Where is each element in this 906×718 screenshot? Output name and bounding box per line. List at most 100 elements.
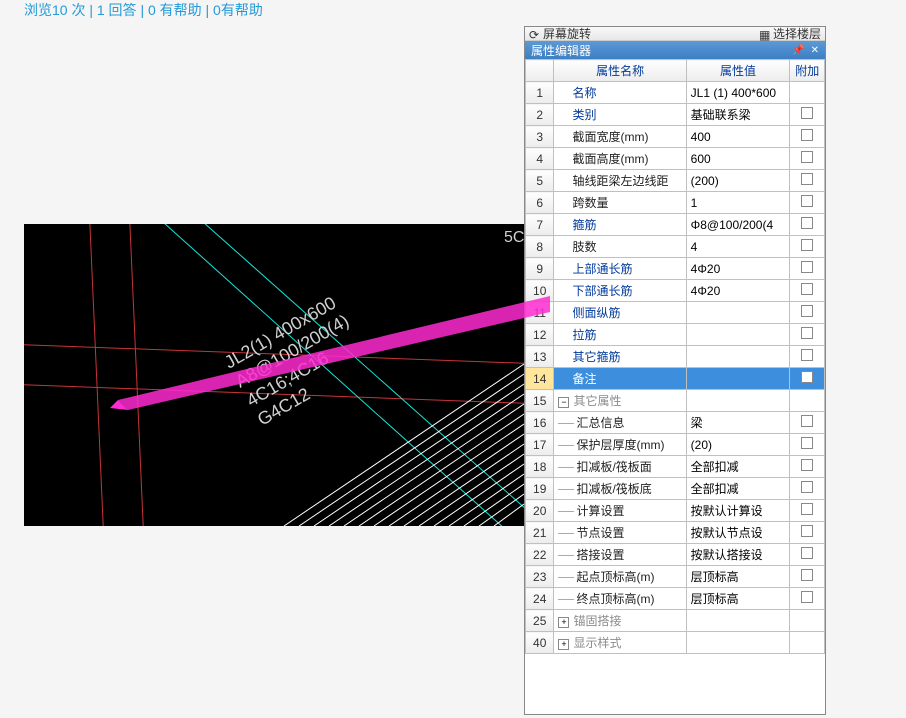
property-value-cell[interactable]: 全部扣减	[686, 456, 790, 478]
property-add-cell[interactable]	[790, 500, 825, 522]
property-value-cell[interactable]: 1	[686, 192, 790, 214]
property-add-cell[interactable]	[790, 258, 825, 280]
property-name-cell[interactable]: 计算设置	[554, 500, 686, 522]
property-value-cell[interactable]	[686, 610, 790, 632]
checkbox[interactable]	[801, 217, 813, 229]
property-name-cell[interactable]: 终点顶标高(m)	[554, 588, 686, 610]
property-add-cell[interactable]	[790, 82, 825, 104]
property-value-cell[interactable]: 4	[686, 236, 790, 258]
property-add-cell[interactable]	[790, 566, 825, 588]
checkbox[interactable]	[801, 305, 813, 317]
property-name-cell[interactable]: 侧面纵筋	[554, 302, 686, 324]
property-value-cell[interactable]: 400	[686, 126, 790, 148]
property-name-cell[interactable]: 其它箍筋	[554, 346, 686, 368]
property-row[interactable]: 22搭接设置按默认搭接设	[526, 544, 825, 566]
property-value-cell[interactable]: 按默认节点设	[686, 522, 790, 544]
property-row[interactable]: 10下部通长筋4Φ20	[526, 280, 825, 302]
checkbox[interactable]	[801, 261, 813, 273]
property-name-cell[interactable]: 扣减板/筏板底	[554, 478, 686, 500]
property-add-cell[interactable]	[790, 192, 825, 214]
checkbox[interactable]	[801, 327, 813, 339]
property-add-cell[interactable]	[790, 632, 825, 654]
property-row[interactable]: 15−其它属性	[526, 390, 825, 412]
property-value-cell[interactable]	[686, 324, 790, 346]
checkbox[interactable]	[801, 349, 813, 361]
property-name-cell[interactable]: 起点顶标高(m)	[554, 566, 686, 588]
property-row[interactable]: 9上部通长筋4Φ20	[526, 258, 825, 280]
property-name-cell[interactable]: 备注	[554, 368, 686, 390]
property-add-cell[interactable]	[790, 170, 825, 192]
property-value-cell[interactable]: JL1 (1) 400*600	[686, 82, 790, 104]
property-name-cell[interactable]: 上部通长筋	[554, 258, 686, 280]
property-add-cell[interactable]	[790, 104, 825, 126]
expand-icon[interactable]: +	[558, 639, 569, 650]
property-value-cell[interactable]: 全部扣减	[686, 478, 790, 500]
property-row[interactable]: 5轴线距梁左边线距(200)	[526, 170, 825, 192]
checkbox[interactable]	[801, 525, 813, 537]
property-add-cell[interactable]	[790, 434, 825, 456]
property-row[interactable]: 6跨数量1	[526, 192, 825, 214]
property-value-cell[interactable]: 基础联系梁	[686, 104, 790, 126]
checkbox[interactable]	[801, 459, 813, 471]
property-value-cell[interactable]: 4Φ20	[686, 258, 790, 280]
property-value-cell[interactable]	[686, 302, 790, 324]
close-icon[interactable]: ✕	[811, 45, 819, 56]
property-row[interactable]: 12拉筋	[526, 324, 825, 346]
checkbox[interactable]	[801, 547, 813, 559]
property-name-cell[interactable]: 截面宽度(mm)	[554, 126, 686, 148]
property-name-cell[interactable]: 汇总信息	[554, 412, 686, 434]
checkbox[interactable]	[801, 107, 813, 119]
property-name-cell[interactable]: −其它属性	[554, 390, 686, 412]
property-row[interactable]: 7箍筋Φ8@100/200(4	[526, 214, 825, 236]
toolbar-screen-rotate[interactable]: ⟳ 屏幕旋转	[529, 25, 591, 42]
property-row[interactable]: 24终点顶标高(m)层顶标高	[526, 588, 825, 610]
checkbox[interactable]	[801, 173, 813, 185]
property-name-cell[interactable]: 跨数量	[554, 192, 686, 214]
property-add-cell[interactable]	[790, 302, 825, 324]
property-row[interactable]: 40+显示样式	[526, 632, 825, 654]
property-value-cell[interactable]: 4Φ20	[686, 280, 790, 302]
property-name-cell[interactable]: 肢数	[554, 236, 686, 258]
cad-drawing-viewport[interactable]: JL2(1) 400x600 A8@100/200(4) 4C16;4C16 G…	[24, 224, 524, 526]
property-name-cell[interactable]: 轴线距梁左边线距	[554, 170, 686, 192]
property-name-cell[interactable]: +显示样式	[554, 632, 686, 654]
property-add-cell[interactable]	[790, 544, 825, 566]
property-name-cell[interactable]: +锚固搭接	[554, 610, 686, 632]
property-add-cell[interactable]	[790, 412, 825, 434]
property-row[interactable]: 23起点顶标高(m)层顶标高	[526, 566, 825, 588]
checkbox[interactable]	[801, 591, 813, 603]
property-add-cell[interactable]	[790, 346, 825, 368]
property-add-cell[interactable]	[790, 236, 825, 258]
property-name-cell[interactable]: 下部通长筋	[554, 280, 686, 302]
property-row[interactable]: 2类别基础联系梁	[526, 104, 825, 126]
property-name-cell[interactable]: 节点设置	[554, 522, 686, 544]
checkbox[interactable]	[801, 129, 813, 141]
checkbox[interactable]	[801, 437, 813, 449]
property-add-cell[interactable]	[790, 148, 825, 170]
property-value-cell[interactable]	[686, 390, 790, 412]
property-row[interactable]: 17保护层厚度(mm)(20)	[526, 434, 825, 456]
property-value-cell[interactable]: 层顶标高	[686, 566, 790, 588]
property-row[interactable]: 4截面高度(mm)600	[526, 148, 825, 170]
property-row[interactable]: 19扣减板/筏板底全部扣减	[526, 478, 825, 500]
property-add-cell[interactable]	[790, 522, 825, 544]
property-value-cell[interactable]	[686, 368, 790, 390]
property-value-cell[interactable]: 按默认搭接设	[686, 544, 790, 566]
checkbox[interactable]	[801, 415, 813, 427]
property-row[interactable]: 3截面宽度(mm)400	[526, 126, 825, 148]
checkbox[interactable]	[801, 503, 813, 515]
property-name-cell[interactable]: 拉筋	[554, 324, 686, 346]
property-value-cell[interactable]: 梁	[686, 412, 790, 434]
property-name-cell[interactable]: 保护层厚度(mm)	[554, 434, 686, 456]
property-row[interactable]: 20计算设置按默认计算设	[526, 500, 825, 522]
property-value-cell[interactable]: 按默认计算设	[686, 500, 790, 522]
property-name-cell[interactable]: 截面高度(mm)	[554, 148, 686, 170]
property-row[interactable]: 21节点设置按默认节点设	[526, 522, 825, 544]
property-value-cell[interactable]	[686, 632, 790, 654]
property-add-cell[interactable]	[790, 456, 825, 478]
property-add-cell[interactable]	[790, 368, 825, 390]
property-value-cell[interactable]: (20)	[686, 434, 790, 456]
property-row[interactable]: 8肢数4	[526, 236, 825, 258]
property-row[interactable]: 18扣减板/筏板面全部扣减	[526, 456, 825, 478]
property-value-cell[interactable]: (200)	[686, 170, 790, 192]
